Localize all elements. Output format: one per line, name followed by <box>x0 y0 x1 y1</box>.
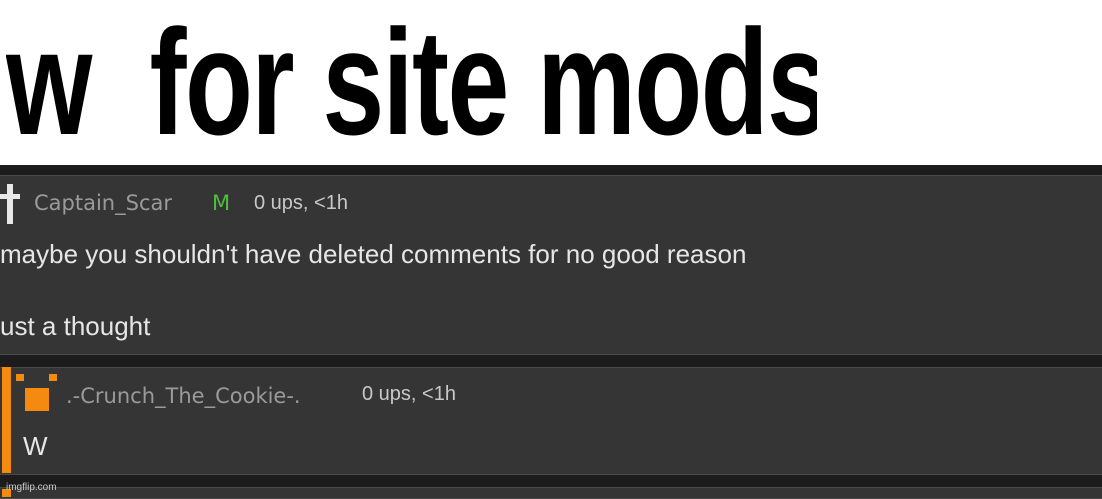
comment-card <box>0 487 1102 499</box>
mod-badge: M <box>212 191 231 215</box>
cookie-pixel-icon[interactable] <box>16 374 62 416</box>
imgflip-watermark: imgflip.com <box>6 482 57 493</box>
comment-meta: 0 ups, <1h <box>254 192 348 214</box>
cross-icon[interactable] <box>0 184 20 224</box>
meme-caption-banner: w for site mods <box>0 0 1102 165</box>
comment-text-line: ust a thought <box>0 311 151 341</box>
comment-text-line: W <box>23 431 48 461</box>
meme-caption-text: w for site mods <box>6 2 818 162</box>
comment-username[interactable]: Captain_Scar <box>34 191 172 215</box>
comment-text-line: maybe you shouldn't have deleted comment… <box>0 239 747 269</box>
comment-meta: 0 ups, <1h <box>362 383 456 405</box>
comment-username[interactable]: .-Crunch_The_Cookie-. <box>66 384 301 408</box>
reply-accent-stripe <box>2 367 11 473</box>
